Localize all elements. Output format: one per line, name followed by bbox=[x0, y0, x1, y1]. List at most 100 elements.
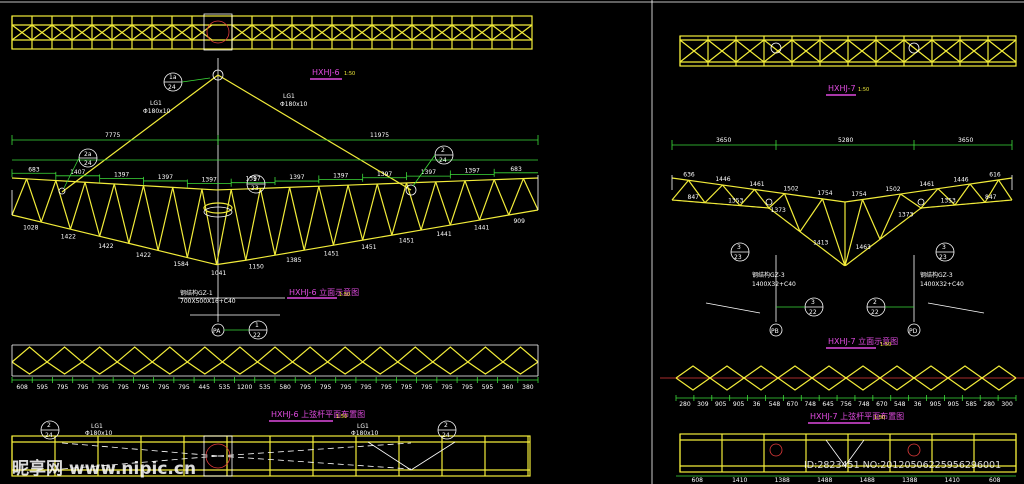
top-chord-dim: 1397 bbox=[158, 174, 173, 181]
bracing-dim: 795 bbox=[300, 384, 312, 391]
bracing-dim: 535 bbox=[259, 384, 271, 391]
bottom-chord-dim: 1422 bbox=[61, 234, 76, 241]
bracing-dim: 360 bbox=[502, 384, 514, 391]
svg-text:24: 24 bbox=[439, 157, 447, 164]
bottom-chord-dim: 1028 bbox=[23, 225, 38, 232]
truss-web bbox=[435, 181, 451, 226]
svg-text:24: 24 bbox=[45, 432, 53, 439]
svg-text:2: 2 bbox=[873, 299, 877, 306]
truss-web bbox=[671, 179, 689, 201]
bracing-dim: 36 bbox=[914, 401, 922, 408]
cad-drawing: HXHJ-6 1:50 LG1 Φ180x10 LG1 Φ180x10 1a 2… bbox=[0, 0, 1024, 484]
plan-dim: 608 bbox=[692, 477, 704, 484]
hxhj6-plan-tag-left: 2 24 bbox=[40, 420, 60, 440]
bracing-dim: 748 bbox=[858, 401, 870, 408]
hxhj6-plan-title: HXHJ-6 上弦杆平面布置图 bbox=[271, 409, 365, 419]
bracing-dim: 608 bbox=[16, 384, 28, 391]
hxhj6-left-cable-spec: Φ180x10 bbox=[143, 108, 171, 115]
bracing-dim: 905 bbox=[930, 401, 942, 408]
hxhj6-right-cable-label: LG1 bbox=[283, 93, 295, 100]
bottom-chord-dim: 1441 bbox=[436, 231, 451, 238]
hxhj6-title: HXHJ-6 bbox=[312, 68, 340, 77]
hxhj6-axis-label: PA bbox=[213, 328, 221, 335]
svg-text:2: 2 bbox=[47, 422, 51, 429]
top-chord-dim: 636 bbox=[683, 171, 695, 178]
truss-web bbox=[464, 180, 481, 221]
hxhj6-right-cable-spec: Φ180x10 bbox=[280, 101, 308, 108]
svg-text:7775: 7775 bbox=[105, 132, 120, 139]
truss-web bbox=[128, 185, 145, 244]
svg-text:1:50: 1:50 bbox=[336, 414, 347, 420]
svg-text:3650: 3650 bbox=[958, 137, 973, 144]
truss-web bbox=[508, 178, 524, 216]
bottom-chord-dim: 1150 bbox=[249, 263, 264, 270]
top-chord-dim: 1754 bbox=[851, 191, 866, 198]
bracing-dim: 585 bbox=[966, 401, 978, 408]
bracing-dim: 795 bbox=[178, 384, 190, 391]
bracing-dim: 795 bbox=[360, 384, 372, 391]
truss-web bbox=[11, 178, 28, 216]
plan-dim: 1388 bbox=[775, 477, 790, 484]
truss-web bbox=[201, 188, 218, 265]
svg-text:2a: 2a bbox=[84, 151, 92, 158]
bracing-dim: 795 bbox=[461, 384, 473, 391]
truss-web bbox=[861, 199, 881, 240]
hxhj6-left-cable bbox=[61, 74, 219, 193]
bottom-chord-dim: 1353 bbox=[941, 198, 956, 205]
svg-text:24: 24 bbox=[168, 84, 176, 91]
truss-web bbox=[318, 186, 335, 246]
svg-text:23: 23 bbox=[251, 185, 259, 192]
svg-text:1:50: 1:50 bbox=[880, 342, 891, 348]
hxhj6-plan-cable-left: LG1 bbox=[91, 423, 103, 430]
bottom-chord-dim: 1041 bbox=[211, 270, 226, 277]
bottom-chord-dim: 1373 bbox=[771, 207, 786, 214]
bottom-chord-dim: 1373 bbox=[898, 212, 913, 219]
truss-web bbox=[274, 187, 291, 256]
truss-web bbox=[259, 188, 276, 256]
watermark-id: ID:2823451 NO:20120506225956296001 bbox=[804, 460, 1001, 471]
hxhj7-group: HXHJ-7 1:50 3650 5280 3650 636 1446 1461 15… bbox=[660, 35, 1024, 484]
hxhj6-tag-mid: 1 23 bbox=[246, 174, 266, 194]
top-chord-dim: 1397 bbox=[465, 167, 480, 174]
bracing-dim: 795 bbox=[401, 384, 413, 391]
top-chord-dim: 683 bbox=[510, 166, 522, 173]
hxhj6-bottom-chord-dims: 1028 1422 1422 1422 1584 1041 1150 1385 1451 1451… bbox=[23, 218, 525, 277]
truss-web bbox=[420, 181, 437, 231]
svg-text:11975: 11975 bbox=[370, 132, 389, 139]
truss-web bbox=[449, 180, 466, 226]
hxhj6-main-truss bbox=[11, 175, 539, 266]
bottom-chord-dim: 1451 bbox=[361, 244, 376, 251]
bracing-dim: 905 bbox=[733, 401, 745, 408]
hxhj6-title-scale: 1:50 bbox=[344, 71, 355, 77]
hxhj7-title: HXHJ-7 bbox=[828, 84, 856, 93]
hxhj7-tag-low-left: 3 22 bbox=[776, 297, 824, 317]
truss-web bbox=[172, 187, 188, 258]
svg-text:1:50: 1:50 bbox=[874, 415, 885, 421]
bracing-dim: 795 bbox=[158, 384, 170, 391]
svg-text:1: 1 bbox=[253, 176, 257, 183]
truss-web bbox=[142, 185, 159, 251]
svg-text:1: 1 bbox=[255, 322, 259, 329]
plan-dim: 1410 bbox=[945, 477, 960, 484]
top-chord-dim: 1502 bbox=[783, 186, 798, 193]
top-chord-dim: 1397 bbox=[333, 172, 348, 179]
bracing-dim: 1200 bbox=[237, 384, 252, 391]
bracing-dim: 795 bbox=[340, 384, 352, 391]
bracing-dim: 535 bbox=[219, 384, 231, 391]
truss-web bbox=[332, 184, 349, 246]
bottom-chord-dim: 1463 bbox=[856, 244, 871, 251]
top-chord-dim: 1446 bbox=[953, 176, 968, 183]
plan-dim: 608 bbox=[989, 477, 1001, 484]
truss-web bbox=[245, 188, 261, 261]
bracing-dim: 580 bbox=[279, 384, 291, 391]
bottom-chord-dim: 1441 bbox=[474, 225, 489, 232]
bottom-chord-dim: 1451 bbox=[324, 251, 339, 258]
bottom-chord-dim: 1451 bbox=[399, 238, 414, 245]
hxhj7-bracing-strip: 280 309 905 905 36 548 670 748 645 756 748 670 548 36… bbox=[660, 365, 1024, 408]
hxhj7-main-truss bbox=[671, 175, 1013, 267]
top-chord-dim: 1407 bbox=[70, 169, 85, 176]
bracing-dim: 309 bbox=[697, 401, 709, 408]
svg-text:24: 24 bbox=[84, 160, 92, 167]
top-chord-dim: 1461 bbox=[919, 181, 934, 188]
plan-dim: 1388 bbox=[902, 477, 917, 484]
